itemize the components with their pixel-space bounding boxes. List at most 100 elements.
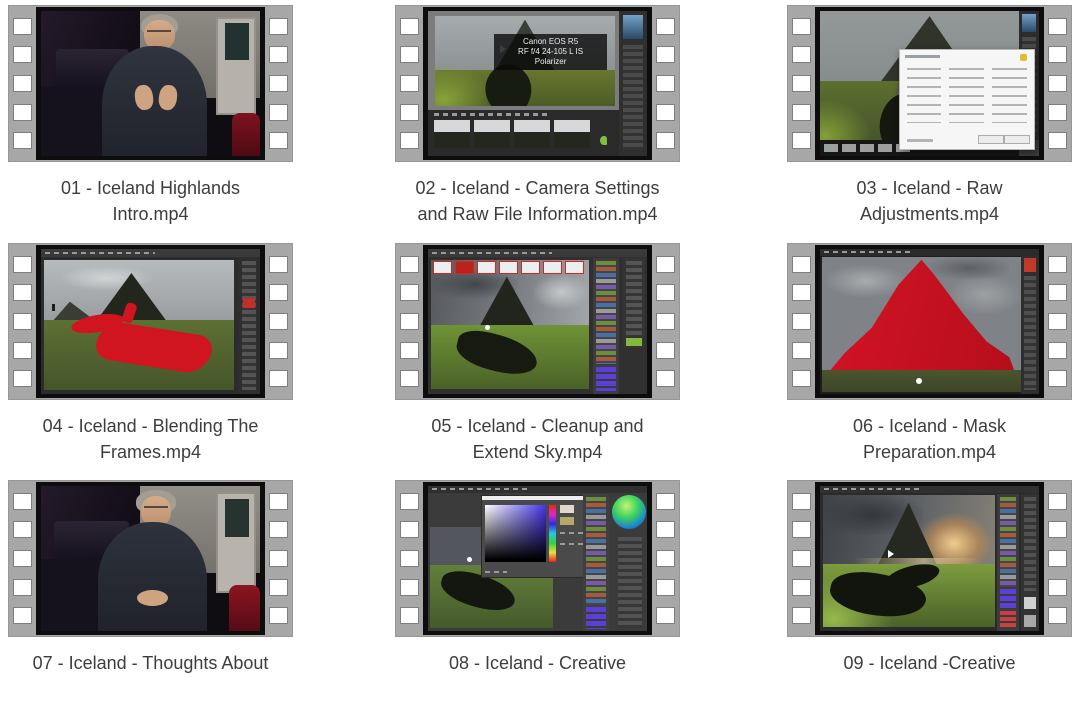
color-swatch-new bbox=[560, 505, 574, 513]
sprocket-hole bbox=[13, 132, 32, 149]
sprocket-hole bbox=[400, 18, 419, 35]
light-swatch bbox=[1024, 615, 1036, 627]
filmstrip-frame bbox=[8, 243, 293, 400]
dialog-title bbox=[905, 55, 940, 58]
filename-line1: 09 - Iceland -Creative bbox=[767, 650, 1087, 676]
sprocket-hole bbox=[400, 75, 419, 92]
sprocket-hole bbox=[656, 284, 675, 301]
filename-line2: Frames.mp4 bbox=[0, 439, 313, 465]
menu-text bbox=[45, 252, 155, 254]
dialog-button bbox=[1004, 135, 1030, 144]
layer-thumbnails bbox=[1000, 497, 1016, 587]
red-chair bbox=[229, 585, 260, 631]
frame-thumb bbox=[434, 120, 470, 148]
sprocket-hole bbox=[269, 370, 288, 387]
selection-tile bbox=[565, 261, 584, 274]
right-panel bbox=[1021, 256, 1039, 394]
video-filename: 04 - Iceland - Blending The Frames.mp4 bbox=[0, 413, 313, 465]
video-item-08[interactable]: 08 - Iceland - Creative bbox=[395, 480, 680, 712]
video-filename: 06 - Iceland - Mask Preparation.mp4 bbox=[767, 413, 1087, 465]
video-item-06[interactable]: 06 - Iceland - Mask Preparation.mp4 bbox=[787, 243, 1072, 475]
tools-panel bbox=[615, 534, 645, 631]
thumb-scene-color-picker bbox=[428, 486, 647, 631]
sprocket-hole bbox=[1048, 284, 1067, 301]
toolbar-text bbox=[434, 113, 549, 116]
sprocket-hole bbox=[656, 493, 675, 510]
video-thumbnail bbox=[36, 7, 265, 160]
sprocket-hole bbox=[656, 370, 675, 387]
sprocket-hole bbox=[269, 550, 288, 567]
video-item-02[interactable]: Canon EOS R5 RF f/4 24-105 L IS Polarize… bbox=[395, 5, 680, 237]
selection-tile bbox=[499, 261, 518, 274]
sprocket-hole bbox=[1048, 46, 1067, 63]
video-thumbnail bbox=[36, 482, 265, 635]
dialog-lightbulb-icon bbox=[1020, 54, 1027, 61]
sprocket-hole bbox=[400, 521, 419, 538]
right-panel bbox=[619, 11, 647, 156]
layers-panel bbox=[583, 494, 609, 631]
sprocket-hole bbox=[269, 256, 288, 273]
sprocket-hole bbox=[656, 579, 675, 596]
video-item-05[interactable]: 05 - Iceland - Cleanup and Extend Sky.mp… bbox=[395, 243, 680, 475]
sprocket-hole bbox=[1048, 75, 1067, 92]
sprocket-hole bbox=[13, 579, 32, 596]
right-panel bbox=[238, 257, 260, 394]
sprocket-hole bbox=[792, 75, 811, 92]
bright-sky-patch bbox=[534, 275, 589, 309]
photo-canvas: Canon EOS R5 RF f/4 24-105 L IS Polarize… bbox=[435, 16, 615, 106]
photo-canvas bbox=[823, 495, 995, 627]
sprocket-hole bbox=[13, 370, 32, 387]
sprocket-hole bbox=[1048, 607, 1067, 624]
video-thumbnail bbox=[423, 245, 652, 398]
selection-tile bbox=[477, 261, 496, 274]
dialog-option-column bbox=[949, 68, 984, 124]
bright-grass bbox=[820, 99, 872, 140]
sprocket-hole bbox=[792, 342, 811, 359]
overlay-filter: Polarizer bbox=[498, 57, 602, 67]
video-item-01[interactable]: 01 - Iceland Highlands Intro.mp4 bbox=[8, 5, 293, 237]
sprocket-hole bbox=[792, 104, 811, 121]
sprocket-hole bbox=[13, 104, 32, 121]
photo-canvas bbox=[44, 260, 234, 390]
cloud-light bbox=[949, 276, 1021, 314]
filmstrip-frame bbox=[395, 480, 680, 637]
filmstrip-holes-right bbox=[652, 244, 679, 399]
video-filename: 08 - Iceland - Creative bbox=[375, 650, 700, 676]
overlay-lens: RF f/4 24-105 L IS bbox=[498, 47, 602, 57]
filename-line1: 07 - Iceland - Thoughts About bbox=[0, 650, 313, 676]
sprocket-hole bbox=[1048, 313, 1067, 330]
sprocket-hole bbox=[656, 75, 675, 92]
red-chair bbox=[232, 113, 260, 157]
filename-line1: 03 - Iceland - Raw bbox=[767, 175, 1087, 201]
filmstrip-frame bbox=[787, 5, 1072, 162]
video-item-03[interactable]: 03 - Iceland - Raw Adjustments.mp4 bbox=[787, 5, 1072, 237]
panel-rows bbox=[623, 45, 643, 150]
filename-line1: 06 - Iceland - Mask bbox=[767, 413, 1087, 439]
video-filename: 09 - Iceland -Creative bbox=[767, 650, 1087, 676]
menu-text bbox=[824, 251, 912, 253]
filmstrip-holes-right bbox=[1044, 481, 1071, 636]
panel-rows bbox=[242, 261, 256, 390]
sprocket-hole bbox=[1048, 370, 1067, 387]
presenter-glasses bbox=[144, 506, 168, 513]
sprocket-hole bbox=[13, 256, 32, 273]
video-item-07[interactable]: 07 - Iceland - Thoughts About bbox=[8, 480, 293, 712]
filmstrip-holes-left bbox=[788, 481, 815, 636]
sprocket-hole bbox=[13, 284, 32, 301]
color-wheel bbox=[612, 495, 646, 529]
filmstrip-holes-right bbox=[652, 481, 679, 636]
video-item-09[interactable]: 09 - Iceland -Creative bbox=[787, 480, 1072, 712]
sprocket-hole bbox=[269, 75, 288, 92]
selection-tile bbox=[543, 261, 562, 274]
video-thumbnail bbox=[815, 482, 1044, 635]
filmstrip-holes-right bbox=[265, 6, 292, 161]
video-item-04[interactable]: 04 - Iceland - Blending The Frames.mp4 bbox=[8, 243, 293, 475]
thumb-scene-lightroom: Canon EOS R5 RF f/4 24-105 L IS Polarize… bbox=[428, 11, 647, 156]
sprocket-hole bbox=[1048, 493, 1067, 510]
presenter-glasses bbox=[147, 30, 171, 37]
sprocket-hole bbox=[400, 550, 419, 567]
sprocket-hole bbox=[792, 493, 811, 510]
dialog-button bbox=[978, 135, 1004, 144]
thumb-scene-raw-dialog bbox=[820, 11, 1039, 156]
sprocket-hole bbox=[656, 104, 675, 121]
